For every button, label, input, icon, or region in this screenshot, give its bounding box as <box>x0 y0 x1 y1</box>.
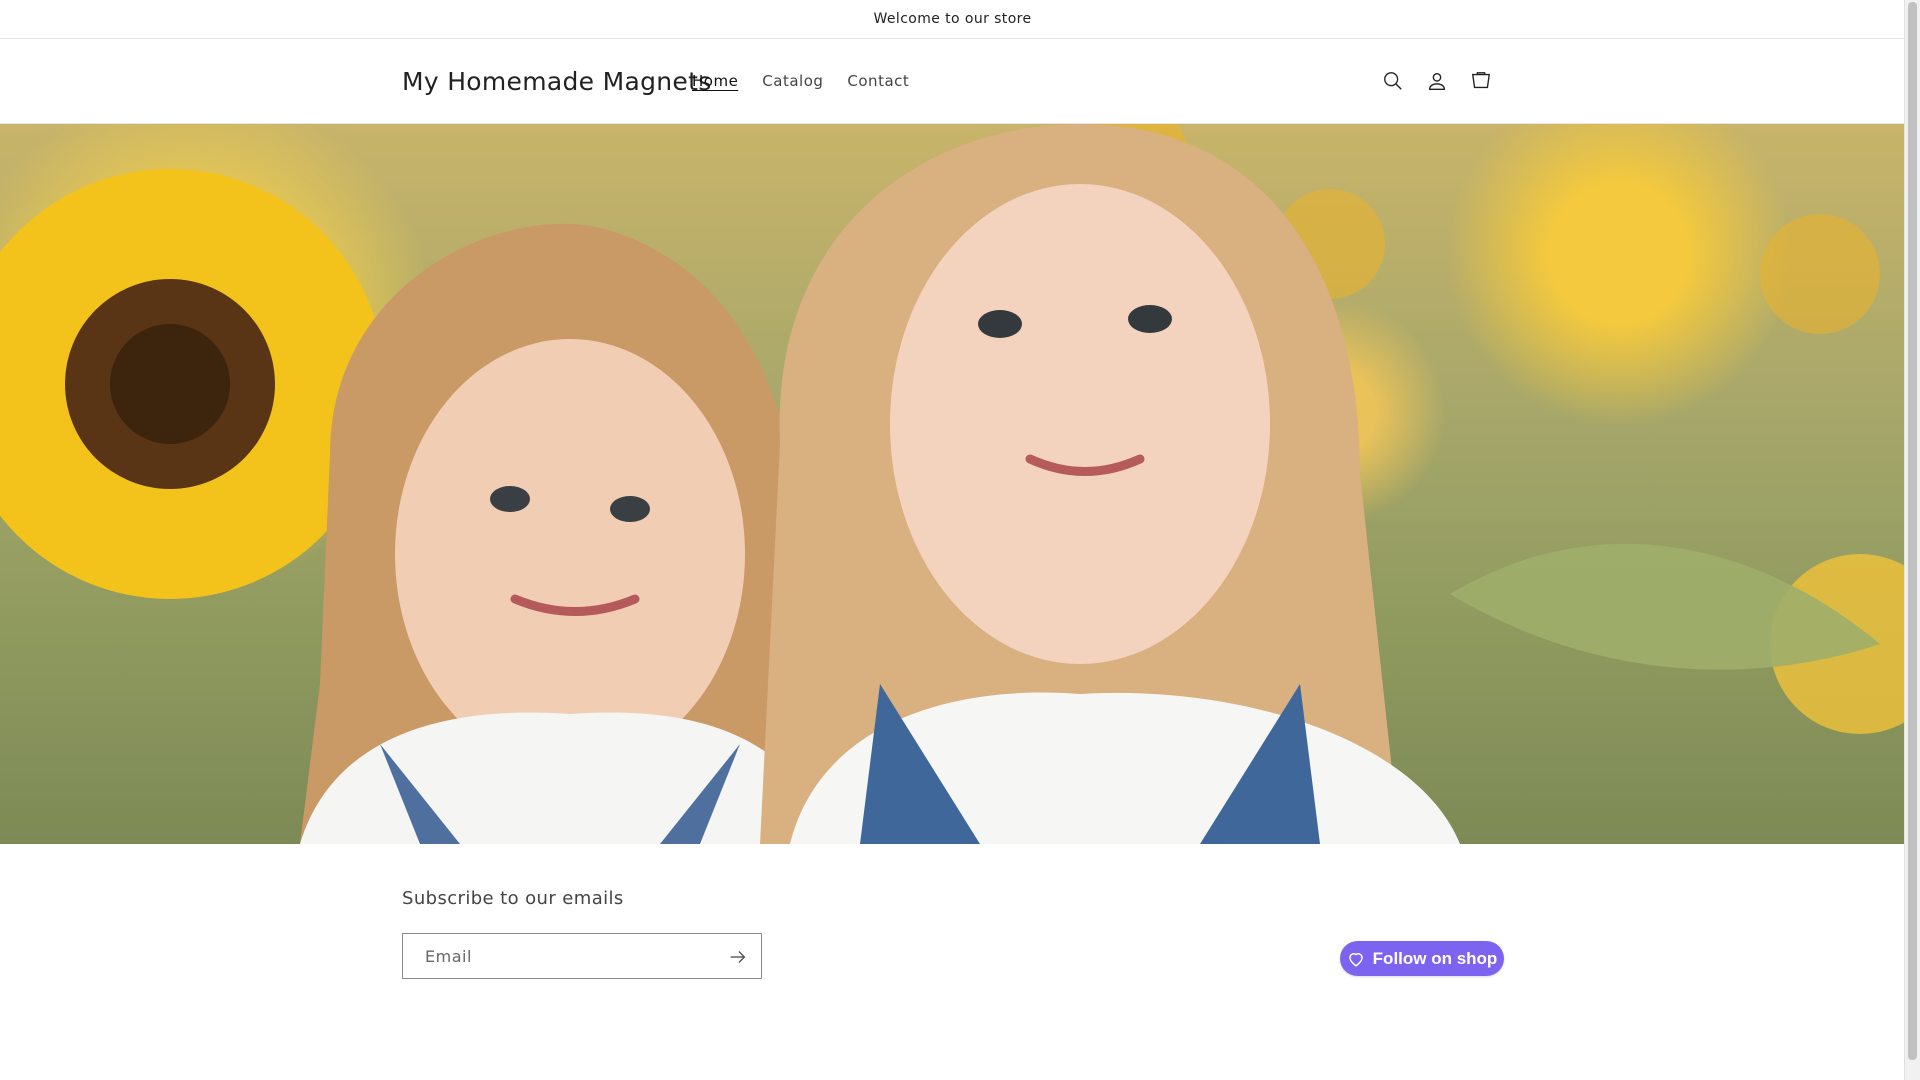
account-icon <box>1428 72 1446 90</box>
site-header: My Homemade Magnets Home Catalog Contact <box>0 39 1905 124</box>
nav-home[interactable]: Home <box>680 64 750 98</box>
main-nav: Home Catalog Contact <box>680 39 921 123</box>
nav-contact[interactable]: Contact <box>835 64 921 98</box>
subscribe-button[interactable] <box>727 946 749 968</box>
cart-icon <box>1471 72 1491 89</box>
announcement-bar: Welcome to our store <box>0 0 1905 39</box>
cart-button[interactable] <box>1463 59 1499 103</box>
search-icon <box>1384 72 1402 90</box>
account-button[interactable] <box>1419 59 1455 103</box>
newsletter-form <box>402 933 762 979</box>
follow-label: Follow on shop <box>1372 948 1498 968</box>
nav-catalog[interactable]: Catalog <box>750 64 835 98</box>
hero-banner <box>0 124 1905 844</box>
announcement-text: Welcome to our store <box>873 11 1032 27</box>
newsletter-title: Subscribe to our emails <box>402 888 624 909</box>
store-logo[interactable]: My Homemade Magnets <box>402 39 712 123</box>
scrollbar-thumb[interactable] <box>1908 2 1917 1060</box>
hero-image <box>0 124 1905 844</box>
header-icons <box>1375 39 1499 123</box>
follow-on-shop-button[interactable]: Follow on shop <box>1340 941 1504 976</box>
arrow-right-icon <box>730 951 746 963</box>
search-button[interactable] <box>1375 59 1411 103</box>
email-input[interactable] <box>423 935 727 977</box>
child-left-figure <box>300 223 830 844</box>
heart-icon <box>1348 952 1363 967</box>
page-scrollbar[interactable] <box>1904 0 1920 1080</box>
